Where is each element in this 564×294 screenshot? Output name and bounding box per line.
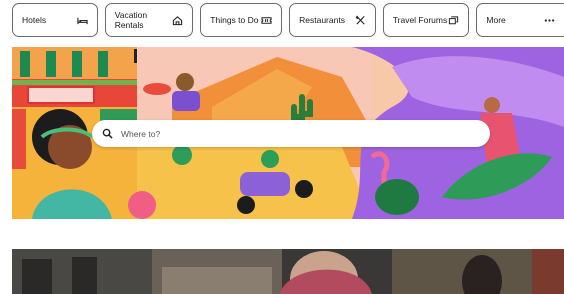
tab-restaurants[interactable]: Restaurants — [289, 3, 376, 37]
tab-vacation-rentals-label: Vacation Rentals — [114, 10, 148, 30]
tab-things-to-do[interactable]: Things to Do — [200, 3, 283, 37]
chat-icon — [449, 15, 459, 24]
search-bar[interactable] — [92, 120, 490, 147]
tab-hotels[interactable]: Hotels — [12, 3, 98, 37]
tab-more[interactable]: More — [476, 3, 564, 37]
hero-banner — [12, 47, 564, 219]
tab-vacation-rentals[interactable]: Vacation Rentals — [104, 3, 194, 37]
search-icon — [102, 128, 113, 139]
tab-more-label: More — [486, 15, 506, 25]
category-tabs: Hotels Vacation Rentals Things to Do Res… — [12, 3, 564, 37]
bed-icon — [77, 17, 88, 24]
street-photo — [12, 249, 564, 294]
tab-travel-forums-label: Travel Forums — [392, 15, 448, 25]
featured-photo — [12, 249, 564, 294]
house-icon — [173, 15, 183, 25]
tab-hotels-label: Hotels — [22, 15, 47, 25]
ticket-icon — [261, 16, 272, 24]
utensils-icon — [355, 15, 365, 25]
tab-things-to-do-label: Things to Do — [210, 15, 259, 25]
tab-restaurants-label: Restaurants — [299, 15, 345, 25]
more-dots-icon — [544, 18, 555, 22]
search-input[interactable] — [119, 127, 463, 140]
tab-travel-forums[interactable]: Travel Forums — [382, 3, 470, 37]
